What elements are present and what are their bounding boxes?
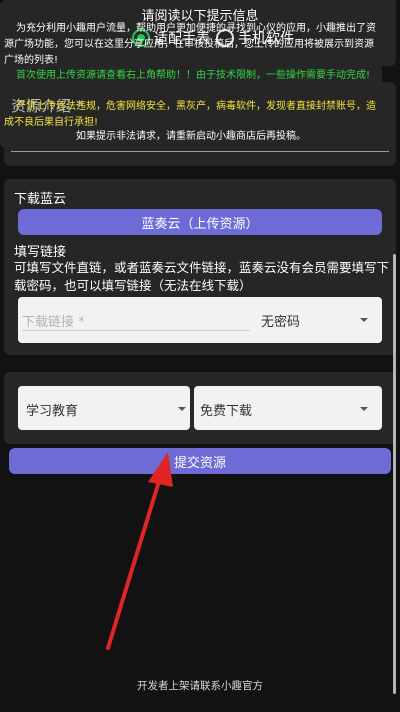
download-card: 下载蓝云 蓝奏云（上传资源） 填写链接 可填写文件直链，或者蓝奏云文件链接，蓝奏… xyxy=(4,179,396,355)
notice-card: 请阅读以下提示信息 为充分利用小趣用户流量，帮助用户更加便捷的寻找到心仪的应用，… xyxy=(0,0,382,148)
category-value: 学习教育 xyxy=(26,404,79,419)
link-underline xyxy=(22,330,250,331)
fill-link-title: 填写链接 xyxy=(14,245,67,260)
category-card: 学习教育 免费下载 xyxy=(4,372,396,444)
fill-link-description: 可填写文件直链，或者蓝奏云文件链接，蓝奏云没有会员需要填写下载密码，也可以填写链… xyxy=(14,260,390,293)
download-link-input[interactable]: 下载链接 * xyxy=(22,311,85,330)
footer-text: 开发者上架请联系小趣官方 xyxy=(137,680,263,692)
arrow-shaft xyxy=(106,476,162,650)
password-select[interactable]: 无密码 xyxy=(261,311,300,330)
chevron-down-icon[interactable] xyxy=(360,407,368,411)
chevron-down-icon[interactable] xyxy=(360,318,368,322)
chevron-down-icon[interactable] xyxy=(178,407,186,411)
notice-paragraph-warning: 严禁上传违法违规，危害网络安全，黑灰产，病毒软件，发现者直接封禁账号，造成不良后… xyxy=(4,101,376,128)
notice-paragraph-intro: 为充分利用小趣用户流量，帮助用户更加便捷的寻找到心仪的应用，小趣推出了资源广场功… xyxy=(4,23,376,66)
link-input-box: 下载链接 * 无密码 xyxy=(18,297,382,343)
notice-paragraph-help: 首次使用上传资源请查看右上角帮助！！由于技术限制，一些操作需要手动完成! xyxy=(16,70,371,81)
download-title: 下载蓝云 xyxy=(14,192,67,207)
lanzou-upload-button[interactable]: 蓝奏云（上传资源） xyxy=(18,209,382,235)
category-select[interactable]: 学习教育 xyxy=(18,386,190,430)
price-select[interactable]: 免费下载 xyxy=(194,386,382,430)
intro-underline xyxy=(11,151,389,152)
submit-button[interactable]: 提交资源 xyxy=(9,448,391,474)
scrollbar[interactable] xyxy=(393,254,396,694)
price-value: 免费下载 xyxy=(200,404,253,419)
notice-paragraph-retry: 如果提示非法请求，请重新启动小趣商店后再投稿。 xyxy=(76,131,306,142)
